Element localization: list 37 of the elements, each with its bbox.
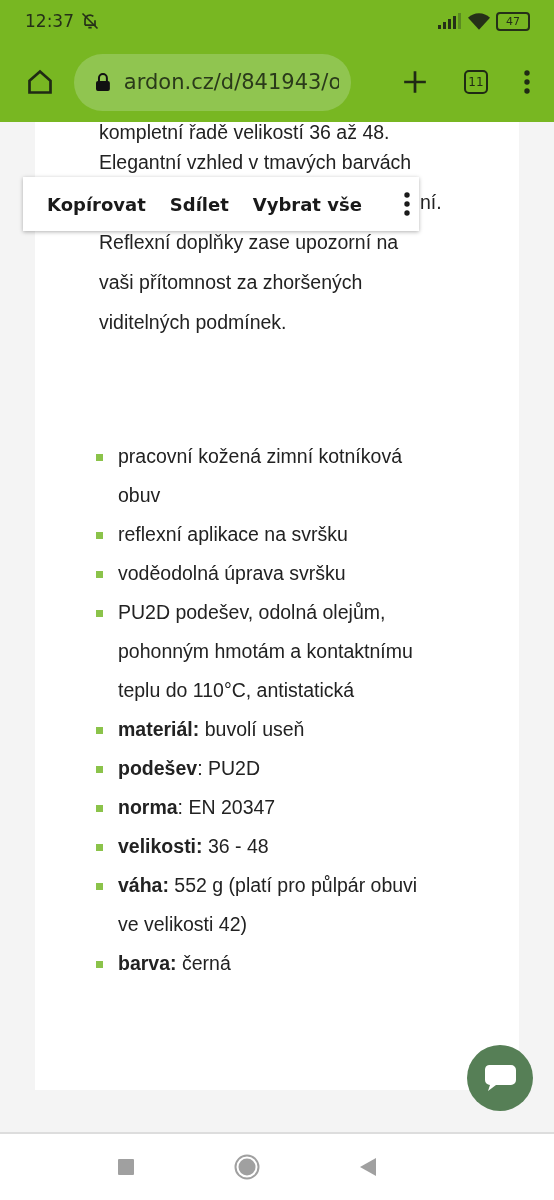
bullet-icon (96, 610, 103, 617)
paragraph-line: vaši přítomnost za zhoršených (99, 270, 363, 295)
feature-item: norma: EN 20347 (118, 795, 276, 820)
paragraph-line: kompletní řadě velikostí 36 až 48. (99, 122, 390, 142)
menu-item[interactable]: Kopírovat (35, 193, 158, 215)
paragraph-line: ní. (420, 190, 442, 215)
signal-icon (438, 13, 462, 29)
feature-item: velikosti: 36 - 48 (118, 834, 269, 859)
menu-item[interactable]: Vybrat vše (240, 193, 374, 215)
back-icon[interactable] (360, 1158, 376, 1176)
menu-item[interactable]: Sdílet (157, 193, 241, 215)
muted-bell-icon (80, 11, 100, 31)
feature-item: podešev: PU2D (118, 756, 260, 781)
bullet-icon (96, 727, 103, 734)
bullet-icon (96, 766, 103, 773)
feature-item: reflexní aplikace na svršku (118, 522, 348, 547)
battery-icon: 47 (496, 11, 530, 31)
bullet-icon (96, 454, 103, 461)
status-time: 12:37 (25, 11, 74, 31)
bullet-icon (96, 805, 103, 812)
tab-count-button[interactable]: 11 (464, 70, 488, 94)
wifi-icon (468, 12, 490, 30)
feature-item: materiál: buvolí useň (118, 717, 305, 742)
feature-item: barva: černá (118, 951, 231, 976)
bullet-icon (96, 532, 103, 539)
feature-item: voděodolná úprava svršku (118, 561, 346, 586)
feature-item: váha: 552 g (platí pro půlpár obuvi ve velikosti 42) (118, 873, 419, 937)
bullet-icon (96, 844, 103, 851)
paragraph-line: Reflexní doplňky zase upozorní na (99, 230, 399, 255)
bullet-icon (96, 961, 103, 968)
lock-icon (96, 73, 110, 91)
home-circle-icon[interactable] (234, 1154, 260, 1180)
bullet-icon (96, 883, 103, 890)
paragraph-line: Elegantní vzhled v tmavých barvách (99, 150, 412, 175)
speech-bubble-icon (483, 1063, 517, 1093)
bullet-icon (96, 571, 103, 578)
paragraph-line: viditelných podmínek. (99, 310, 287, 335)
